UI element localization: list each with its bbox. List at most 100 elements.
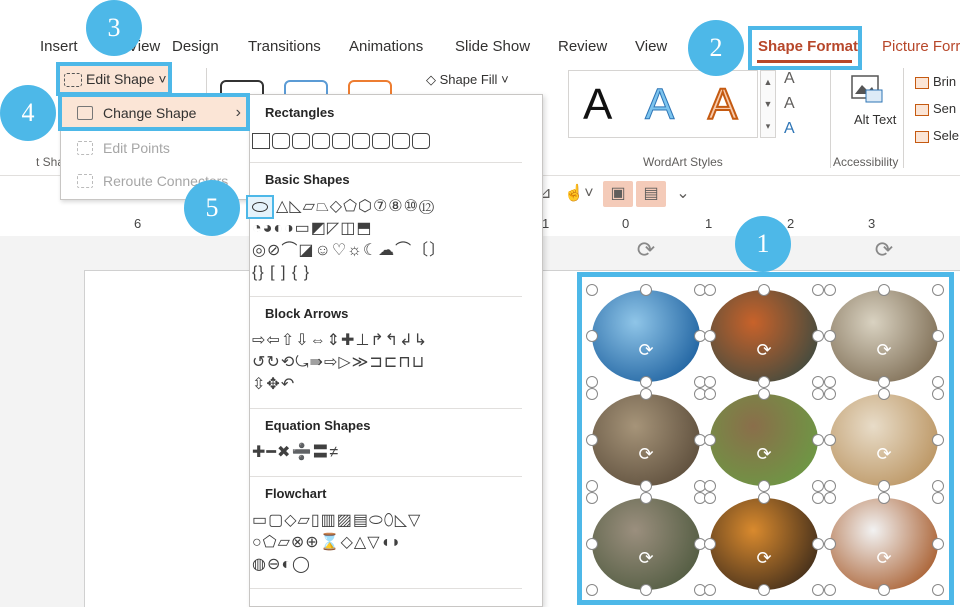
block-arrows-row-1[interactable]: ⇨⇦⇧⇩⇔⇕✚⊥↱↰↲↳ xyxy=(252,330,428,352)
heptagon-icon[interactable]: ⑦ xyxy=(373,198,388,215)
resize-handle[interactable] xyxy=(812,584,824,596)
resize-handle[interactable] xyxy=(704,480,716,492)
resize-handle[interactable] xyxy=(586,284,598,296)
tab-picture-format[interactable]: Picture Forr xyxy=(882,38,960,55)
resize-handle[interactable] xyxy=(878,284,890,296)
wordart-style-blue[interactable]: A xyxy=(644,80,674,130)
resize-handle[interactable] xyxy=(878,480,890,492)
block-arrows-row-2[interactable]: ↺↻⟲⤿⇛⇨▷≫⊐⊏⊓⊔ xyxy=(252,352,425,374)
resize-handle[interactable] xyxy=(932,284,944,296)
resize-handle[interactable] xyxy=(758,388,770,400)
resize-handle[interactable] xyxy=(824,492,836,504)
shape-round-corner-rectangle[interactable] xyxy=(372,132,390,149)
resize-handle[interactable] xyxy=(824,480,836,492)
shape-rounded-rectangle[interactable] xyxy=(272,132,290,149)
resize-handle[interactable] xyxy=(586,434,598,446)
alt-text-icon[interactable] xyxy=(850,72,884,106)
resize-handle[interactable] xyxy=(704,388,716,400)
wordart-scroll[interactable]: ▲ ▼ ▾ xyxy=(760,70,776,138)
rotate-handle-icon[interactable]: ⟳ xyxy=(874,444,894,464)
resize-handle[interactable] xyxy=(704,330,716,342)
resize-handle[interactable] xyxy=(640,284,652,296)
resize-handle[interactable] xyxy=(586,538,598,550)
rotate-handle-icon[interactable]: ⟳ xyxy=(872,238,896,262)
resize-handle[interactable] xyxy=(812,492,824,504)
resize-handle[interactable] xyxy=(932,584,944,596)
resize-handle[interactable] xyxy=(586,376,598,388)
trapezoid-icon[interactable]: ⏢ xyxy=(316,198,330,215)
rotate-handle-icon[interactable]: ⟳ xyxy=(754,548,774,568)
resize-handle[interactable] xyxy=(932,330,944,342)
resize-handle[interactable] xyxy=(932,434,944,446)
resize-handle[interactable] xyxy=(932,492,944,504)
rotate-handle-icon[interactable]: ⟳ xyxy=(754,444,774,464)
equation-shapes-row[interactable]: ✚━✖➗〓≠ xyxy=(252,442,339,464)
shape-snip-same-side-rectangle[interactable] xyxy=(312,132,330,149)
resize-handle[interactable] xyxy=(824,376,836,388)
resize-handle[interactable] xyxy=(824,388,836,400)
rotate-handle-icon[interactable]: ⟳ xyxy=(636,548,656,568)
send-backward-button[interactable]: Sen xyxy=(915,101,956,116)
resize-handle[interactable] xyxy=(758,376,770,388)
resize-handle[interactable] xyxy=(812,538,824,550)
resize-handle[interactable] xyxy=(704,284,716,296)
resize-handle[interactable] xyxy=(640,388,652,400)
photo-white-cat[interactable] xyxy=(830,498,938,590)
resize-handle[interactable] xyxy=(758,492,770,504)
rotate-handle-icon[interactable]: ⟳ xyxy=(874,548,894,568)
rotate-handle-icon[interactable]: ⟳ xyxy=(874,340,894,360)
rotate-handle-icon[interactable]: ⟳ xyxy=(754,340,774,360)
photo-whale[interactable] xyxy=(592,290,700,382)
hexagon-icon[interactable]: ⬡ xyxy=(358,198,373,215)
menu-item-edit-points[interactable]: Edit Points xyxy=(61,132,249,164)
resize-handle[interactable] xyxy=(640,584,652,596)
tab-insert[interactable]: Insert xyxy=(40,38,78,55)
shape-oval-selected[interactable] xyxy=(246,195,274,219)
tab-design[interactable]: Design xyxy=(172,38,219,55)
resize-handle[interactable] xyxy=(640,480,652,492)
block-arrows-row-3[interactable]: ⇳✥↶ xyxy=(252,374,295,396)
resize-handle[interactable] xyxy=(878,492,890,504)
basic-shapes-row-3[interactable]: ◎⊘⌒◪☺♡☼☾☁⌒〔〕 xyxy=(252,240,446,262)
tab-slide-show[interactable]: Slide Show xyxy=(455,38,530,55)
rotate-handle-icon[interactable]: ⟳ xyxy=(636,444,656,464)
photo-meerkats[interactable] xyxy=(592,394,700,486)
shape-snip-round-rectangle[interactable] xyxy=(352,132,370,149)
resize-handle[interactable] xyxy=(586,330,598,342)
wordart-style-orange[interactable]: A xyxy=(707,79,738,130)
photo-owl[interactable] xyxy=(830,394,938,486)
resize-handle[interactable] xyxy=(704,538,716,550)
shape-snip-corner-rectangle[interactable] xyxy=(292,132,310,149)
resize-handle[interactable] xyxy=(878,376,890,388)
resize-handle[interactable] xyxy=(758,284,770,296)
shape-rectangle[interactable] xyxy=(252,132,270,149)
triangle-icon[interactable]: △ xyxy=(276,198,289,215)
shape-snip-diagonal-rectangle[interactable] xyxy=(332,132,350,149)
octagon-icon[interactable]: ⑧ xyxy=(388,198,403,215)
resize-handle[interactable] xyxy=(812,480,824,492)
resize-handle[interactable] xyxy=(824,330,836,342)
resize-handle[interactable] xyxy=(812,434,824,446)
resize-handle[interactable] xyxy=(878,388,890,400)
resize-handle[interactable] xyxy=(758,584,770,596)
touch-mode-icon[interactable]: ☝˅ xyxy=(562,181,596,207)
text-effects-icon[interactable]: A xyxy=(784,120,795,138)
resize-handle[interactable] xyxy=(586,492,598,504)
resize-handle[interactable] xyxy=(824,284,836,296)
overflow-icon[interactable]: ⌄ xyxy=(676,181,690,207)
resize-handle[interactable] xyxy=(824,538,836,550)
decagon-icon[interactable]: ⑩ xyxy=(404,198,419,215)
shape-round-diagonal-rectangle[interactable] xyxy=(412,132,430,149)
diamond-icon[interactable]: ◇ xyxy=(330,198,343,215)
flowchart-row-3[interactable]: ◍⊖◐◯ xyxy=(252,554,311,576)
tab-review[interactable]: Review xyxy=(558,38,607,55)
photo-koi[interactable] xyxy=(710,290,818,382)
resize-handle[interactable] xyxy=(704,376,716,388)
resize-handle[interactable] xyxy=(758,480,770,492)
parallelogram-icon[interactable]: ▱ xyxy=(303,198,316,215)
resize-handle[interactable] xyxy=(704,584,716,596)
rotate-handle-icon[interactable]: ⟳ xyxy=(634,238,658,262)
flowchart-row-2[interactable]: ○⬠▱⊗⊕⌛◇△▽◖◗ xyxy=(252,532,402,554)
wordart-style-black[interactable]: A xyxy=(583,80,612,130)
tab-transitions[interactable]: Transitions xyxy=(248,38,321,55)
